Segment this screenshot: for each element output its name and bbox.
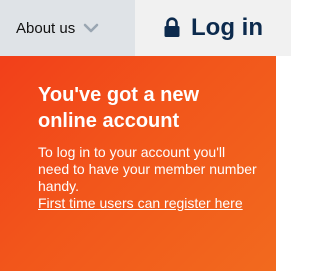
top-navigation: About us Log in	[0, 0, 291, 56]
page-edge	[276, 56, 291, 271]
chevron-down-icon	[83, 23, 99, 33]
log-in-label: Log in	[191, 14, 263, 41]
new-account-panel: You've got a new online account To log i…	[0, 56, 276, 271]
panel-heading: You've got a new online account	[38, 84, 200, 132]
register-link[interactable]: First time users can register here	[38, 195, 260, 212]
lock-icon	[163, 16, 181, 38]
log-in-button[interactable]: Log in	[135, 0, 291, 56]
about-us-label: About us	[16, 19, 76, 37]
about-us-menu[interactable]: About us	[0, 0, 135, 56]
panel-body-text: To log in to your account you'll need to…	[38, 144, 257, 194]
